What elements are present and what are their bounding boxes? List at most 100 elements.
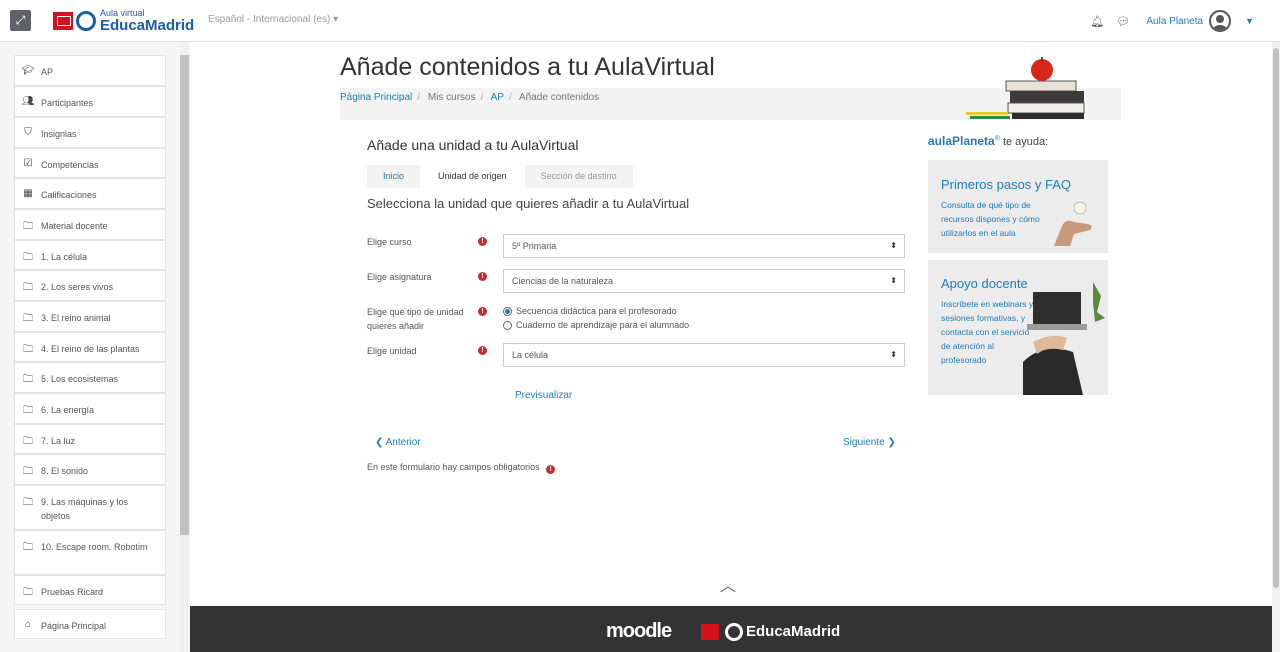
- sidebar-item-label: 8. El sonido: [41, 466, 89, 476]
- required-icon: !: [478, 272, 487, 281]
- sidebar-item-ecosistemas[interactable]: 🗀 5. Los ecosistemas: [14, 362, 166, 393]
- sidebar-item-seres-vivos[interactable]: 🗀 2. Los seres vivos: [14, 270, 166, 301]
- radio-button-checked[interactable]: [503, 306, 512, 316]
- sidebar-item-label: 10. Escape room. Robotim: [41, 542, 148, 552]
- chevron-down-icon: ▾: [333, 14, 339, 25]
- bell-icon[interactable]: 🔔︎: [1090, 15, 1104, 28]
- sidebar-scrollbar[interactable]: [180, 55, 189, 535]
- required-note-text: En este formulario hay campos obligatori…: [367, 462, 540, 472]
- sidebar-item-energia[interactable]: 🗀 6. La energía: [14, 393, 166, 424]
- radio-label: Secuencia didáctica para el profesorado: [516, 306, 677, 316]
- scroll-to-top-icon[interactable]: ︿: [720, 572, 736, 596]
- sidebar-item-participantes[interactable]: 👥︎ Participantes: [14, 86, 166, 117]
- sidebar-item-label: Calificaciones: [41, 190, 97, 200]
- expand-icon[interactable]: ⤢: [10, 10, 31, 31]
- next-button[interactable]: Siguiente ❯: [843, 437, 896, 448]
- user-name[interactable]: Aula Planeta: [1146, 16, 1203, 27]
- top-navbar: ⤢ Aula virtual EducaMadrid Español - Int…: [0, 0, 1280, 42]
- breadcrumb-home[interactable]: Página Principal: [340, 92, 412, 103]
- required-icon: !: [478, 237, 487, 246]
- educamadrid-circle-icon: [725, 623, 743, 641]
- shield-icon: ⛉: [24, 127, 32, 138]
- folder-icon: 🗀: [23, 282, 33, 293]
- sidebar-item-pruebas-ricard[interactable]: 🗀 Pruebas Ricard: [14, 575, 166, 605]
- sidebar-item-label: Página Principal: [41, 621, 107, 631]
- table-icon: ▦: [23, 188, 33, 199]
- sidebar-item-competencias[interactable]: ☑ Competencias: [14, 148, 166, 178]
- breadcrumb: Página Principal / Mis cursos / AP / Añade …: [340, 92, 600, 103]
- course-select[interactable]: 5º Primaria ⬍: [503, 234, 905, 258]
- chat-icon[interactable]: 💬︎: [1116, 15, 1130, 28]
- breadcrumb-my-courses: Mis cursos: [427, 92, 476, 103]
- folder-icon: 🗀: [23, 374, 33, 385]
- moodle-logo[interactable]: moodle: [606, 620, 672, 643]
- preview-link[interactable]: Previsualizar: [515, 390, 572, 401]
- sidebar-item-escape-room[interactable]: 🗀 10. Escape room. Robotim: [14, 530, 166, 575]
- page-scrollbar[interactable]: [1273, 48, 1279, 588]
- folder-icon: 🗀: [23, 405, 33, 416]
- unit-type-label: Elige qué tipo de unidad quieres añadir: [367, 307, 464, 331]
- educamadrid-logo[interactable]: Aula virtual EducaMadrid: [53, 9, 194, 33]
- chevron-right-icon: ❯: [887, 437, 896, 448]
- sidebar-item-label: Competencias: [41, 160, 99, 170]
- educamadrid-footer-logo[interactable]: EducaMadrid: [746, 623, 840, 640]
- required-icon: !: [478, 346, 487, 355]
- madrid-flag-icon: [701, 624, 719, 640]
- subject-select[interactable]: Ciencias de la naturaleza ⬍: [503, 269, 905, 293]
- previous-label: Anterior: [385, 437, 421, 448]
- breadcrumb-current: Añade contenidos: [519, 92, 600, 103]
- radio-option-alumnado[interactable]: Cuaderno de aprendizaje para el alumnado: [503, 320, 689, 330]
- course-label: Elige curso: [367, 237, 412, 247]
- radio-option-profesorado[interactable]: Secuencia didáctica para el profesorado: [503, 306, 677, 316]
- language-menu[interactable]: Español - Internacional (es) ▾: [208, 14, 338, 25]
- sidebar-item-label: 5. Los ecosistemas: [41, 374, 119, 384]
- step-inicio[interactable]: Inicio: [367, 165, 421, 188]
- unit-select-value: La célula: [512, 350, 549, 360]
- sidebar-item-reino-animal[interactable]: 🗀 3. El reino animal: [14, 301, 166, 332]
- sidebar-item-reino-plantas[interactable]: 🗀 4. El reino de las plantas: [14, 332, 166, 362]
- radio-label: Cuaderno de aprendizaje para el alumnado: [516, 320, 690, 330]
- sidebar-item-label: 7. La luz: [41, 436, 76, 446]
- sidebar-item-la-celula[interactable]: 🗀 1. La célula: [14, 240, 166, 270]
- select-arrows-icon: ⬍: [890, 276, 897, 285]
- laptop-image: [1023, 282, 1105, 395]
- faq-card-text: Consulta de qué tipo de recursos dispone…: [941, 200, 1040, 238]
- avatar[interactable]: [1209, 10, 1232, 32]
- wizard-subtitle: Añade una unidad a tu AulaVirtual: [367, 137, 579, 153]
- chevron-left-icon: ❮: [375, 437, 384, 448]
- sidebar-item-material-docente[interactable]: 🗀 Material docente: [14, 209, 166, 240]
- graduation-cap-icon: 🎓︎: [21, 65, 35, 76]
- sidebar-item-label: 3. El reino animal: [41, 313, 111, 323]
- support-card[interactable]: Apoyo docente Inscríbete en webinars y s…: [928, 260, 1108, 395]
- sidebar-item-calificaciones[interactable]: ▦ Calificaciones: [14, 178, 166, 209]
- aulaplaneta-logo: aulaPlaneta: [928, 134, 995, 148]
- checkbox-icon: ☑: [23, 158, 33, 169]
- user-menu-caret-icon[interactable]: ▼: [1245, 16, 1254, 26]
- step-unidad-origen: Unidad de origen: [420, 165, 525, 188]
- sidebar-item-label: Participantes: [41, 98, 94, 108]
- help-suffix: te ayuda:: [1002, 136, 1049, 148]
- breadcrumb-course[interactable]: AP: [491, 92, 504, 103]
- sidebar-item-luz[interactable]: 🗀 7. La luz: [14, 424, 166, 454]
- previous-button[interactable]: ❮ Anterior: [375, 437, 421, 448]
- wizard-heading: Selecciona la unidad que quieres añadir …: [367, 196, 690, 211]
- unit-select[interactable]: La célula ⬍: [503, 343, 905, 367]
- faq-card[interactable]: Primeros pasos y FAQ Consulta de qué tip…: [928, 160, 1108, 253]
- sidebar-item-sonido[interactable]: 🗀 8. El sonido: [14, 454, 166, 485]
- sidebar-item-insignias[interactable]: ⛉ Insignias: [14, 117, 166, 148]
- step-seccion-destino: Sección de destino: [524, 165, 633, 188]
- users-icon: 👥︎: [21, 96, 35, 107]
- radio-button[interactable]: [503, 320, 512, 330]
- sidebar-item-label: Material docente: [41, 221, 108, 231]
- unit-label: Elige unidad: [367, 346, 417, 356]
- books-apple-image: [966, 57, 1085, 119]
- brand-title: EducaMadrid: [100, 17, 195, 34]
- folder-icon: 🗀: [23, 497, 33, 508]
- sidebar-item-maquinas[interactable]: 🗀 9. Las máquinas y los objetos: [14, 485, 166, 530]
- footer: moodle EducaMadrid: [190, 606, 1272, 652]
- select-arrows-icon: ⬍: [890, 241, 897, 250]
- sidebar-item-ap[interactable]: 🎓︎ AP: [14, 55, 166, 86]
- sidebar-item-label: Insignias: [41, 129, 77, 139]
- sidebar-item-pagina-principal[interactable]: ⌂ Página Principal: [14, 609, 166, 639]
- folder-icon: 🗀: [23, 542, 33, 553]
